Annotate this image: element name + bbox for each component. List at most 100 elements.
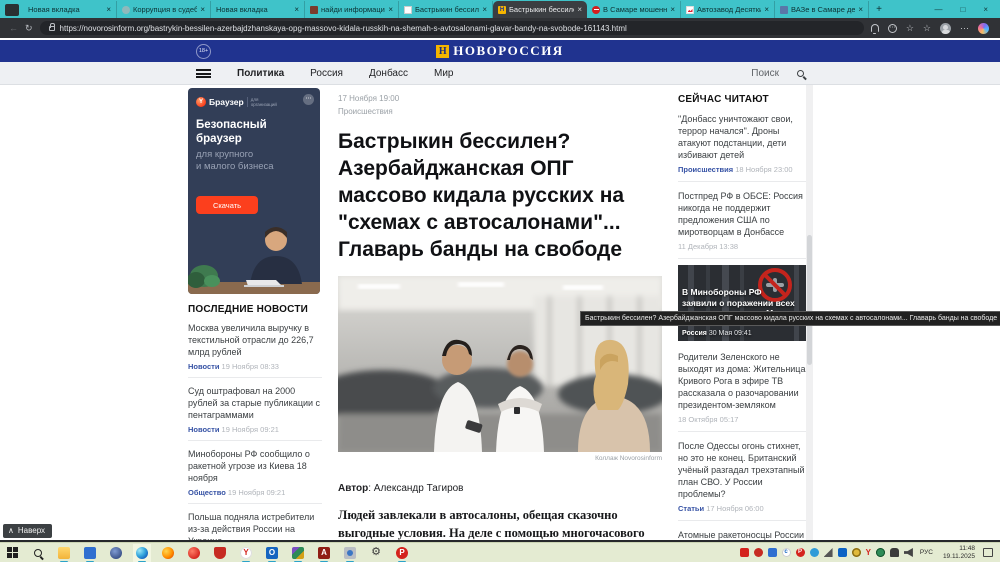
back-icon[interactable]: ← — [9, 23, 18, 33]
browser-tab[interactable]: Новая вкладка × — [211, 1, 305, 18]
window-restore-button[interactable]: □ — [960, 5, 965, 14]
browser-tab[interactable]: В Самаре мошенники... × — [587, 1, 681, 18]
tab-close-icon[interactable]: × — [670, 5, 675, 14]
acrobat-app-icon[interactable]: A — [317, 546, 331, 560]
search-label[interactable]: Поиск — [751, 68, 779, 79]
winrar-app-icon[interactable] — [291, 546, 305, 560]
settings-gear-icon[interactable]: ⚙ — [369, 546, 383, 560]
camera-tray-icon[interactable] — [890, 548, 899, 557]
tab-close-icon[interactable]: × — [106, 5, 111, 14]
tray-app-icon[interactable] — [740, 548, 749, 557]
browser-tab[interactable]: Автозавод Десятки... × — [681, 1, 775, 18]
tray-app-icon[interactable] — [754, 548, 763, 557]
copilot-icon[interactable] — [978, 23, 989, 34]
alice-app-icon[interactable] — [187, 546, 201, 560]
news-item-category[interactable]: Новости — [188, 362, 219, 371]
tab-close-icon[interactable]: × — [577, 5, 582, 14]
tab-close-icon[interactable]: × — [858, 5, 863, 14]
extensions-icon[interactable]: ⋯ — [888, 24, 897, 33]
ad-brand-note: дляорганизаций — [247, 97, 277, 107]
news-list-item[interactable]: Минобороны РФ сообщило о ракетной угрозе… — [188, 441, 322, 504]
reading-list-item[interactable]: Постпред РФ в ОБСЕ: Россия никогда не по… — [678, 182, 808, 259]
nav-item-politika[interactable]: Политика — [237, 68, 284, 79]
telegram-tray-icon[interactable] — [810, 548, 819, 557]
nav-item-donbass[interactable]: Донбасс — [369, 68, 408, 79]
browser-menu-icon[interactable]: ⋯ — [960, 24, 969, 33]
p-app-icon[interactable]: P — [395, 546, 409, 560]
new-tab-button[interactable]: + — [871, 4, 887, 15]
article-category[interactable]: Происшествия — [338, 107, 662, 116]
media-player-app-icon[interactable] — [343, 546, 357, 560]
reading-list-item[interactable]: "Донбасс уничтожают свои, террор начался… — [678, 105, 808, 182]
globe-tray-icon[interactable] — [876, 548, 885, 557]
window-minimize-button[interactable]: — — [934, 5, 942, 14]
window-close-button[interactable]: × — [983, 5, 988, 14]
news-list-item[interactable]: Суд оштрафовал на 2000 рублей за старые … — [188, 378, 322, 441]
url-field[interactable]: https://novorosinform.org/bastrykin-bess… — [40, 21, 864, 35]
tray-app-icon[interactable]: P — [796, 548, 805, 557]
browser-tab[interactable]: ВАЗе в Самаре десят... × — [775, 1, 869, 18]
tab-overview-button[interactable] — [5, 4, 19, 16]
reading-image-card[interactable]: В Минобороны РФ заявили о поражении всех… — [678, 265, 808, 341]
ad-info-icon[interactable]: ⋯ — [303, 94, 314, 105]
favorites-star-icon[interactable]: ☆ — [906, 24, 914, 33]
news-item-title: Москва увеличила выручку в текстильной о… — [188, 322, 322, 358]
news-item-category[interactable]: Новости — [188, 425, 219, 434]
logo-letter: Н — [436, 45, 449, 58]
yandex-browser-icon[interactable]: Y — [239, 546, 253, 560]
tray-app-icon[interactable]: c — [782, 548, 791, 557]
file-explorer-icon[interactable] — [57, 546, 71, 560]
security-shield-icon[interactable] — [213, 546, 227, 560]
ad-download-button[interactable]: Скачать — [196, 196, 258, 214]
tab-close-icon[interactable]: × — [200, 5, 205, 14]
content-scrollbar-thumb[interactable] — [807, 235, 812, 365]
author-name[interactable]: Александр Тагиров — [374, 483, 464, 494]
menu-burger-icon[interactable] — [196, 69, 211, 78]
browser-tab[interactable]: найди информацию о... × — [305, 1, 399, 18]
reading-list-item[interactable]: Атомные ракетоносцы России переброшены и… — [678, 521, 808, 540]
start-button[interactable] — [5, 546, 19, 560]
yandex-tray-icon[interactable]: Y — [866, 548, 871, 557]
tab-close-icon[interactable]: × — [294, 5, 299, 14]
browser-tab[interactable]: Бастрыкин бессилен? × — [399, 1, 493, 18]
edge-browser-icon[interactable] — [135, 546, 149, 560]
browser-tab[interactable]: Новая вкладка × — [23, 1, 117, 18]
reading-item-category[interactable]: Статьи — [678, 504, 704, 513]
reading-list-item[interactable]: После Одессы огонь стихнет, но это не ко… — [678, 432, 808, 521]
yandex-browser-ad[interactable]: Y Браузер дляорганизаций ⋯ Безопасныйбра… — [188, 88, 320, 294]
firefox-browser-icon[interactable] — [161, 546, 175, 560]
back-to-top-button[interactable]: ∧ Наверх — [3, 524, 52, 538]
notifications-bell-icon[interactable] — [871, 24, 879, 32]
reading-item-category[interactable]: Россия — [682, 330, 707, 337]
collections-icon[interactable]: ☆ — [923, 24, 931, 33]
taskbar-search-icon[interactable] — [31, 546, 45, 560]
nav-item-mir[interactable]: Мир — [434, 68, 453, 79]
language-indicator[interactable]: РУС — [918, 549, 935, 556]
clock-tray-icon[interactable] — [852, 548, 861, 557]
search-icon[interactable] — [797, 70, 804, 77]
tab-close-icon[interactable]: × — [764, 5, 769, 14]
volume-icon[interactable] — [904, 548, 913, 557]
refresh-icon[interactable]: ↻ — [25, 23, 33, 34]
network-icon[interactable] — [824, 548, 833, 557]
reading-item-date: 30 Мая 09:41 — [709, 330, 752, 337]
outlook-app-icon[interactable]: O — [265, 546, 279, 560]
nav-item-rossiya[interactable]: Россия — [310, 68, 343, 79]
photos-app-icon[interactable] — [83, 546, 97, 560]
notification-center-button[interactable] — [983, 548, 993, 557]
browser-tab-active[interactable]: Н Бастрыкин бессилен... × — [493, 1, 587, 18]
emblem-app-icon[interactable] — [109, 546, 123, 560]
clock-display[interactable]: 11:48 19.11.2025 — [940, 545, 978, 560]
tab-close-icon[interactable]: × — [482, 5, 487, 14]
news-item-category[interactable]: Общество — [188, 488, 226, 497]
windows-tray-icon[interactable] — [838, 548, 847, 557]
reading-item-category[interactable]: Происшествия — [678, 165, 733, 174]
reading-list-item[interactable]: Родители Зеленского не выходят из дома: … — [678, 343, 808, 432]
tab-close-icon[interactable]: × — [388, 5, 393, 14]
profile-avatar[interactable] — [940, 23, 951, 34]
news-list-item[interactable]: Москва увеличила выручку в текстильной о… — [188, 315, 322, 378]
site-logo[interactable]: Н НОВОРОССИЯ — [0, 40, 1000, 62]
tray-camera-app-icon[interactable] — [768, 548, 777, 557]
news-list-item[interactable]: Польша подняла истребители из-за действи… — [188, 504, 322, 540]
browser-tab[interactable]: Коррупция в судеб... × — [117, 1, 211, 18]
